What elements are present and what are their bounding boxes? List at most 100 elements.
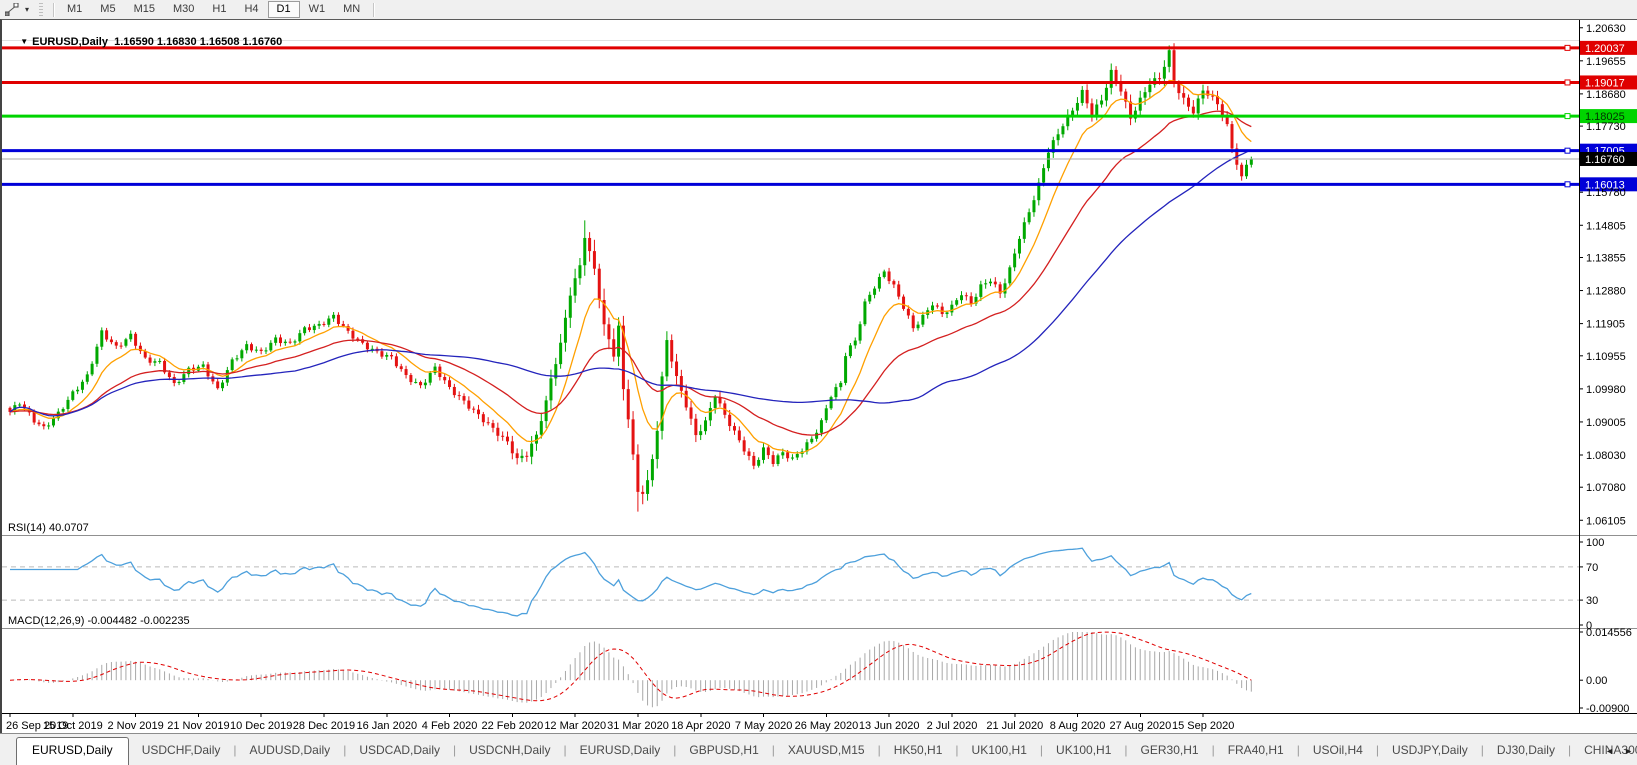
price-axis-tick: 1.14805 [1586, 220, 1626, 232]
macd-axis-tick: 0.014556 [1586, 627, 1632, 639]
hline-price-label: 1.19017 [1585, 77, 1625, 89]
timeframe-button-w1[interactable]: W1 [300, 1, 335, 18]
timeframe-button-m1[interactable]: M1 [58, 1, 91, 18]
timeframe-button-m30[interactable]: M30 [164, 1, 203, 18]
chart-tab-fra40-h1-12[interactable]: FRA40,H1 [1215, 738, 1297, 764]
chart-ohlc-values: 1.16590 1.16830 1.16508 1.16760 [114, 36, 283, 48]
rsi-axis-tick: 30 [1586, 595, 1598, 607]
chart-tab-audusd-daily-2[interactable]: AUDUSD,Daily [237, 738, 344, 764]
hline-price-label: 1.20037 [1585, 43, 1625, 55]
price-axis-tick: 1.10955 [1586, 351, 1626, 363]
timeframe-button-d1[interactable]: D1 [267, 1, 300, 18]
date-axis-label: 2 Nov 2019 [107, 720, 163, 732]
price-axis-tick: 1.20630 [1586, 23, 1626, 35]
chart-tab-dj30-daily-15[interactable]: DJ30,Daily [1484, 738, 1568, 764]
chart-tab-usoil-h4-13[interactable]: USOil,H4 [1300, 738, 1376, 764]
date-axis-label: 22 Feb 2020 [482, 720, 544, 732]
chart-tab-uk100-h1-9[interactable]: UK100,H1 [959, 738, 1040, 764]
date-axis-label: 28 Dec 2019 [293, 720, 355, 732]
rsi-axis-tick: 70 [1586, 562, 1598, 574]
chart-symbol-label: EURUSD,Daily [32, 36, 108, 48]
date-axis-label: 15 Sep 2020 [1172, 720, 1234, 732]
date-axis-label: 18 Apr 2020 [671, 720, 730, 732]
chart-tab-eurusd-daily-5[interactable]: EURUSD,Daily [567, 738, 674, 764]
chart-tab-eurusd-daily-0[interactable]: EURUSD,Daily [16, 737, 129, 765]
hline-handle[interactable] [1564, 181, 1571, 188]
price-chart-canvas[interactable]: 1.200371.190171.180251.170051.160131.206… [2, 20, 1637, 734]
chart-tab-bar: EURUSD,Daily USDCHF,Daily | AUDUSD,Daily | US… [0, 733, 1637, 765]
price-axis-tick: 1.17730 [1586, 121, 1626, 133]
price-axis-tick: 1.09005 [1586, 417, 1626, 429]
chart-tabs: EURUSD,Daily USDCHF,Daily | AUDUSD,Daily | US… [0, 736, 1637, 765]
price-axis-tick: 1.09980 [1586, 384, 1626, 396]
chart-tab-hk50-h1-8[interactable]: HK50,H1 [881, 738, 956, 764]
date-axis-label: 15 Oct 2019 [43, 720, 103, 732]
price-axis-tick: 1.19655 [1586, 56, 1626, 68]
macd-histogram [14, 632, 1252, 708]
hline-handle[interactable] [1564, 147, 1571, 154]
macd-axis-tick: 0.00 [1586, 675, 1607, 687]
chart-toolbar: ▾ M1 M5 M15 M30 H1 H4 D1 W1 MN [0, 0, 1637, 19]
date-axis-label: 10 Dec 2019 [230, 720, 292, 732]
chart-tab-usdcnh-daily-4[interactable]: USDCNH,Daily [456, 738, 563, 764]
rsi-indicator-label: RSI(14) 40.0707 [8, 522, 89, 534]
hline-handle[interactable] [1564, 113, 1571, 120]
timeframe-button-m5[interactable]: M5 [91, 1, 124, 18]
chart-dropdown-icon[interactable]: ▼ [20, 37, 28, 46]
toolbar-separator [53, 2, 54, 17]
toolbar-grip-handle[interactable] [39, 3, 43, 16]
hline-handle[interactable] [1564, 44, 1571, 51]
timeframe-button-h4[interactable]: H4 [235, 1, 267, 18]
date-axis-label: 12 Mar 2020 [544, 720, 606, 732]
price-axis-tick: 1.13855 [1586, 252, 1626, 264]
date-axis-label: 21 Nov 2019 [167, 720, 229, 732]
toolbar-separator [373, 2, 375, 17]
date-axis-label: 31 Mar 2020 [607, 720, 669, 732]
timeframe-button-m15[interactable]: M15 [125, 1, 164, 18]
chart-tab-usdcad-daily-3[interactable]: USDCAD,Daily [346, 738, 453, 764]
moving-average-slow [9, 149, 1252, 417]
macd-signal-line [9, 631, 1252, 702]
tab-scroll-controls: ◄ ► [1605, 746, 1633, 756]
chart-tab-usdchf-daily-1[interactable]: USDCHF,Daily [129, 738, 234, 764]
current-price-label: 1.16760 [1585, 154, 1625, 166]
date-axis-label: 16 Jan 2020 [357, 720, 418, 732]
tab-scroll-right-icon[interactable]: ► [1624, 746, 1633, 756]
moving-average-medium [9, 110, 1252, 436]
price-axis-tick: 1.15780 [1586, 187, 1626, 199]
price-axis-tick: 1.12880 [1586, 286, 1626, 298]
candlestick-series [8, 43, 1253, 512]
date-axis-label: 21 Jul 2020 [986, 720, 1043, 732]
chart-window[interactable]: ▼ EURUSD,Daily 1.16590 1.16830 1.16508 1.… [0, 19, 1637, 733]
date-axis-label: 2 Jul 2020 [927, 720, 978, 732]
macd-axis-tick: -0.00900 [1586, 703, 1629, 715]
timeframe-button-mn[interactable]: MN [334, 1, 369, 18]
date-axis-label: 27 Aug 2020 [1110, 720, 1172, 732]
timeframe-button-h1[interactable]: H1 [203, 1, 235, 18]
price-axis-tick: 1.06105 [1586, 515, 1626, 527]
chart-tab-gbpusd-h1-6[interactable]: GBPUSD,H1 [676, 738, 771, 764]
macd-indicator-label: MACD(12,26,9) -0.004482 -0.002235 [8, 615, 190, 627]
chart-tab-usdjpy-daily-14[interactable]: USDJPY,Daily [1379, 738, 1481, 764]
tab-scroll-left-icon[interactable]: ◄ [1605, 746, 1614, 756]
date-axis-label: 13 Jun 2020 [859, 720, 920, 732]
dropdown-caret-icon[interactable]: ▾ [21, 5, 33, 14]
date-axis: 26 Sep 201915 Oct 2019 2 Nov 2019 21 Nov 2… [6, 713, 1234, 732]
timeframe-button-group: M1 M5 M15 M30 H1 H4 D1 W1 MN [58, 1, 369, 18]
rsi-axis-tick: 100 [1586, 537, 1604, 549]
moving-average-fast [9, 79, 1252, 454]
price-axis-tick: 1.07080 [1586, 482, 1626, 494]
date-axis-label: 26 May 2020 [795, 720, 859, 732]
price-axis-tick: 1.11905 [1586, 319, 1625, 331]
hline-handle[interactable] [1564, 79, 1571, 86]
chart-tab-uk100-h1-10[interactable]: UK100,H1 [1043, 738, 1124, 764]
date-axis-label: 4 Feb 2020 [422, 720, 478, 732]
line-studies-icon-glyph [5, 3, 19, 16]
chart-tab-xauusd-m15-7[interactable]: XAUUSD,M15 [775, 738, 878, 764]
date-axis-label: 8 Aug 2020 [1050, 720, 1106, 732]
line-studies-icon[interactable] [3, 2, 21, 18]
price-axis-tick: 1.18680 [1586, 89, 1626, 101]
date-axis-label: 7 May 2020 [735, 720, 792, 732]
chart-tab-ger30-h1-11[interactable]: GER30,H1 [1128, 738, 1212, 764]
chart-title: ▼ EURUSD,Daily 1.16590 1.16830 1.16508 1.… [8, 24, 282, 60]
